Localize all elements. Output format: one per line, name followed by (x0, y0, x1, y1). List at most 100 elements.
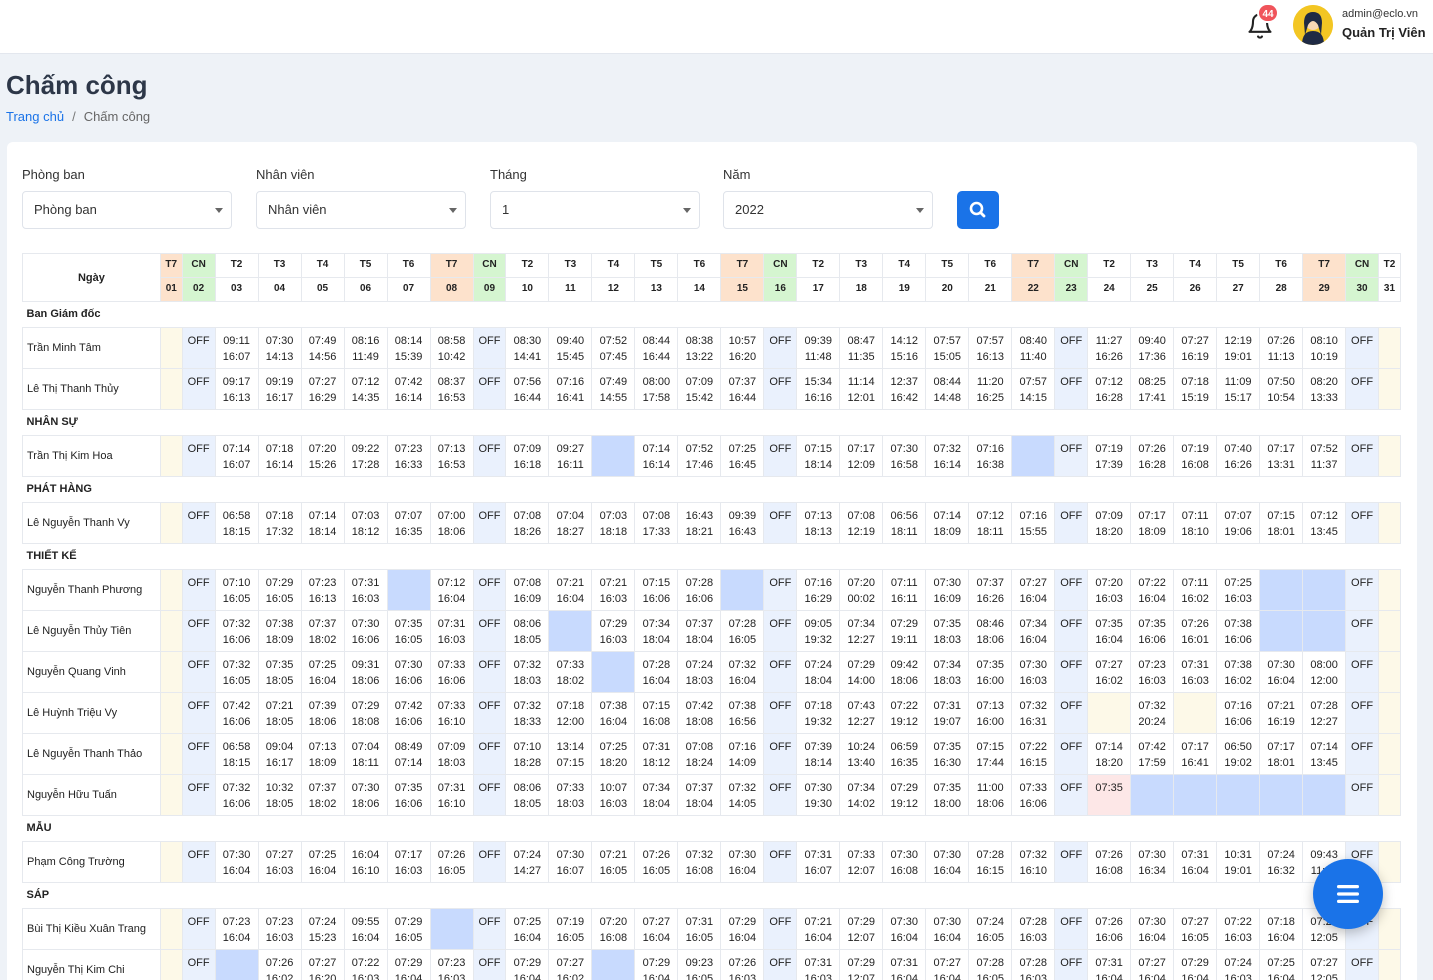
empty-cell[interactable] (1377, 610, 1401, 652)
time-cell[interactable]: 07:34 18:04 (634, 610, 679, 652)
time-cell[interactable]: 07:15 18:14 (796, 435, 841, 477)
time-cell[interactable]: 15:34 16:16 (796, 368, 841, 410)
time-cell[interactable]: 07:32 16:10 (1011, 841, 1056, 883)
time-cell[interactable]: 06:56 18:11 (882, 502, 927, 544)
time-cell[interactable]: 07:32 16:31 (1011, 692, 1056, 734)
empty-cell[interactable] (159, 774, 183, 816)
time-cell[interactable]: 10:07 16:03 (591, 774, 636, 816)
time-cell[interactable]: 07:26 11:13 (1259, 327, 1304, 369)
time-cell[interactable]: 07:29 16:03 (591, 610, 636, 652)
time-cell[interactable]: 13:14 07:15 (548, 733, 593, 775)
employee-name[interactable]: Nguyễn Thanh Phương (22, 569, 161, 611)
time-cell[interactable]: 07:31 16:10 (429, 774, 474, 816)
time-cell[interactable]: 07:38 16:04 (591, 692, 636, 734)
absent-cell[interactable] (1259, 610, 1304, 652)
time-cell[interactable]: 07:20 00:02 (839, 569, 884, 611)
time-cell[interactable]: 08:58 10:42 (429, 327, 474, 369)
time-cell[interactable]: 06:58 18:15 (214, 733, 259, 775)
time-cell[interactable]: 07:27 16:29 (300, 368, 345, 410)
time-cell[interactable]: 07:18 17:32 (257, 502, 302, 544)
empty-cell[interactable] (159, 651, 183, 693)
off-day-cell[interactable]: OFF (1054, 502, 1089, 544)
time-cell[interactable]: 07:03 18:12 (343, 502, 388, 544)
time-cell[interactable]: 07:20 16:03 (1087, 569, 1132, 611)
empty-cell[interactable] (159, 692, 183, 734)
time-cell[interactable]: 07:23 16:03 (1130, 651, 1175, 693)
time-cell[interactable]: 09:05 19:32 (796, 610, 841, 652)
time-cell[interactable]: 07:23 16:33 (386, 435, 431, 477)
time-cell[interactable]: 07:09 18:03 (429, 733, 474, 775)
time-cell[interactable]: 07:56 16:44 (505, 368, 550, 410)
time-cell[interactable]: 08:40 11:40 (1011, 327, 1056, 369)
time-cell[interactable]: 07:25 16:45 (720, 435, 765, 477)
time-cell[interactable]: 07:26 16:03 (720, 949, 765, 980)
time-cell[interactable]: 07:27 16:20 (300, 949, 345, 980)
off-day-cell[interactable]: OFF (472, 610, 507, 652)
time-cell[interactable]: 09:55 16:04 (343, 908, 388, 950)
time-cell[interactable]: 07:30 19:30 (796, 774, 841, 816)
time-cell[interactable]: 07:14 16:14 (634, 435, 679, 477)
time-cell[interactable]: 07:31 19:07 (925, 692, 970, 734)
off-day-cell[interactable]: OFF (1054, 774, 1089, 816)
empty-cell[interactable] (1377, 327, 1401, 369)
time-cell[interactable]: 06:59 16:35 (882, 733, 927, 775)
time-cell[interactable]: 07:09 16:18 (505, 435, 550, 477)
employee-name[interactable]: Nguyễn Thị Kim Chi (22, 949, 161, 980)
time-cell[interactable]: 07:25 16:04 (300, 651, 345, 693)
time-cell[interactable]: 07:17 16:03 (386, 841, 431, 883)
time-cell[interactable]: 07:35 16:06 (1130, 610, 1175, 652)
off-day-cell[interactable]: OFF (472, 692, 507, 734)
time-cell[interactable]: 07:29 16:04 (505, 949, 550, 980)
time-cell[interactable]: 07:30 16:58 (882, 435, 927, 477)
time-cell[interactable]: 07:35 16:04 (1087, 610, 1132, 652)
time-cell[interactable]: 07:30 16:04 (1130, 908, 1175, 950)
employee-name[interactable]: Trần Minh Tâm (22, 327, 161, 369)
time-cell[interactable]: 07:52 17:46 (677, 435, 722, 477)
time-cell[interactable]: 11:00 18:06 (968, 774, 1013, 816)
time-cell[interactable]: 11:20 16:25 (968, 368, 1013, 410)
time-cell[interactable]: 07:30 16:34 (1130, 841, 1175, 883)
employee-name[interactable]: Trần Thị Kim Hoa (22, 435, 161, 477)
employee-name[interactable]: Lê Thị Thanh Thủy (22, 368, 161, 410)
time-cell[interactable]: 07:15 16:06 (634, 569, 679, 611)
off-day-cell[interactable]: OFF (1054, 841, 1089, 883)
time-cell[interactable]: 07:26 16:05 (429, 841, 474, 883)
time-cell[interactable]: 07:43 12:27 (839, 692, 884, 734)
absent-cell[interactable] (548, 610, 593, 652)
time-cell[interactable]: 07:23 16:04 (214, 908, 259, 950)
employee-name[interactable]: Nguyễn Hữu Tuấn (22, 774, 161, 816)
time-cell[interactable]: 07:35 16:06 (386, 774, 431, 816)
time-cell[interactable]: 07:24 15:23 (300, 908, 345, 950)
time-cell[interactable]: 09:42 18:06 (882, 651, 927, 693)
time-cell[interactable]: 07:12 13:45 (1302, 502, 1347, 544)
absent-cell[interactable] (1259, 569, 1304, 611)
time-cell[interactable]: 09:19 16:17 (257, 368, 302, 410)
time-cell[interactable]: 07:34 18:03 (925, 651, 970, 693)
time-cell[interactable]: 07:42 18:08 (677, 692, 722, 734)
absent-cell[interactable] (1011, 435, 1056, 477)
time-cell[interactable]: 07:25 16:03 (1216, 569, 1261, 611)
time-cell[interactable]: 07:18 15:19 (1173, 368, 1218, 410)
absent-cell[interactable] (1216, 774, 1261, 816)
employee-name[interactable]: Phạm Công Trường (22, 841, 161, 883)
time-cell[interactable]: 09:40 17:36 (1130, 327, 1175, 369)
timesheet-table-wrapper[interactable]: Ngày T7 CN T2 T3 T4 T5 T6 T7 CN T2 T3 T4 T5 T6 T7 CN T2 T3… (22, 253, 1401, 980)
time-cell[interactable]: 07:29 16:04 (386, 949, 431, 980)
time-cell[interactable]: 14:12 15:16 (882, 327, 927, 369)
time-cell[interactable]: 07:22 16:03 (343, 949, 388, 980)
time-cell[interactable]: 07:29 16:05 (257, 569, 302, 611)
time-cell[interactable]: 07:31 16:07 (796, 841, 841, 883)
time-cell[interactable]: 07:30 16:04 (1259, 651, 1304, 693)
time-cell[interactable]: 07:27 16:04 (634, 908, 679, 950)
empty-cell[interactable] (1377, 502, 1401, 544)
time-cell[interactable]: 07:08 12:19 (839, 502, 884, 544)
year-select[interactable]: 2022 (723, 191, 933, 229)
time-cell[interactable]: 07:35 18:00 (925, 774, 970, 816)
time-cell[interactable]: 08:14 15:39 (386, 327, 431, 369)
time-cell[interactable]: 07:10 16:05 (214, 569, 259, 611)
off-day-cell[interactable]: OFF (1054, 569, 1089, 611)
time-cell[interactable]: 07:14 18:14 (300, 502, 345, 544)
employee-name[interactable]: Lê Nguyễn Thanh Thảo (22, 733, 161, 775)
time-cell[interactable]: 07:23 16:03 (257, 908, 302, 950)
off-day-cell[interactable]: OFF (472, 908, 507, 950)
